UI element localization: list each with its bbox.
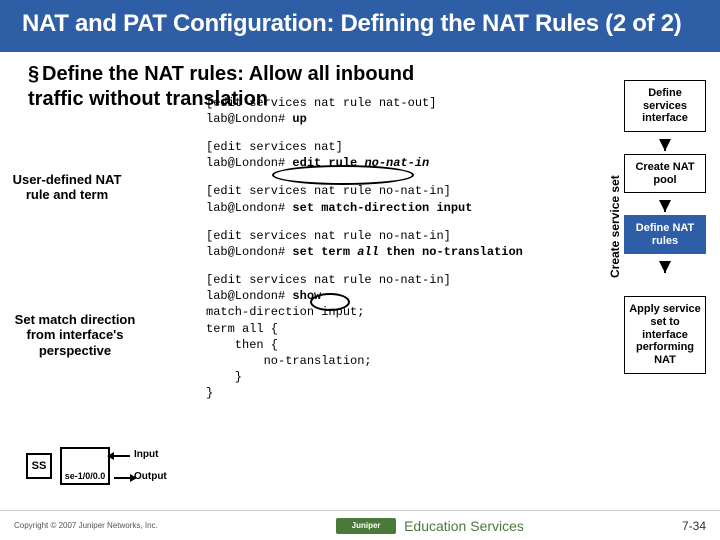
annotation-user-defined: User-defined NAT rule and term bbox=[12, 172, 122, 203]
workflow-step-1: Define services interface bbox=[624, 80, 706, 132]
workflow-step-2: Create NAT pool bbox=[624, 154, 706, 193]
workflow-step-3-active: Define NAT rules bbox=[624, 215, 706, 254]
bullet-marker: § bbox=[28, 62, 42, 87]
education-services-label: Education Services bbox=[404, 518, 524, 534]
copyright-text: Copyright © 2007 Juniper Networks, Inc. bbox=[14, 521, 214, 530]
arrow-right-icon bbox=[114, 477, 130, 479]
arrow-down-icon bbox=[659, 200, 671, 212]
page-number: 7-34 bbox=[646, 519, 706, 533]
juniper-logo: Juniper bbox=[336, 518, 396, 534]
annotation-match-direction: Set match direction from interface's per… bbox=[0, 312, 150, 359]
output-label: Output bbox=[134, 471, 167, 482]
workflow-step-4: Apply service set to interface performin… bbox=[624, 296, 706, 373]
interface-diagram: SS se-1/0/0.0 Input Output bbox=[26, 447, 196, 487]
service-set-box: SS bbox=[26, 453, 52, 479]
workflow-sidebar: Create service set Define services inter… bbox=[616, 80, 706, 396]
slide-footer: Copyright © 2007 Juniper Networks, Inc. … bbox=[0, 510, 720, 540]
slide-header: NAT and PAT Configuration: Defining the … bbox=[0, 0, 720, 52]
footer-brand: Juniper Education Services bbox=[214, 518, 646, 534]
arrow-left-icon bbox=[114, 455, 130, 457]
arrow-down-icon bbox=[659, 139, 671, 151]
arrow-down-icon bbox=[659, 261, 671, 273]
input-label: Input bbox=[134, 449, 158, 460]
interface-box: se-1/0/0.0 bbox=[60, 447, 110, 485]
sidebar-vertical-label: Create service set bbox=[608, 175, 622, 278]
slide-title: NAT and PAT Configuration: Defining the … bbox=[22, 10, 698, 38]
